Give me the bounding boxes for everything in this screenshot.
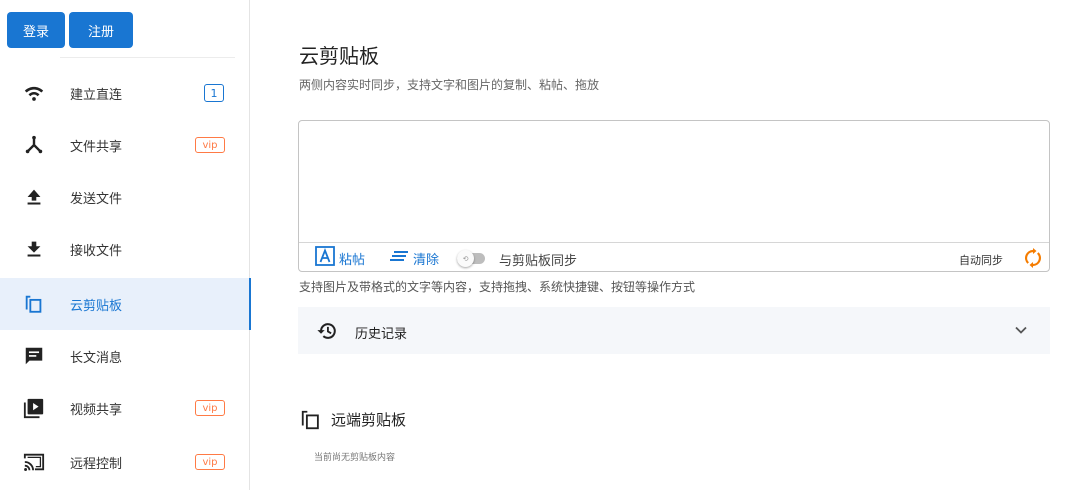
sidebar-item-label: 视频共享 [70,402,123,418]
history-icon [316,320,338,342]
sidebar-item-cloud-clipboard[interactable]: 云剪贴板 [0,278,251,330]
clear-lines-icon [389,246,409,270]
clipboard-sync-toggle[interactable]: ⟲ [457,250,487,267]
paste-label: 粘帖 [339,252,366,268]
page-title: 云剪贴板 [299,44,379,68]
sidebar-item-receive-file[interactable]: 接收文件 [0,223,250,275]
paste-button[interactable]: 粘帖 [315,246,366,270]
sidebar: 登录 注册 建立直连 1 文件共享 vip 发送文件 接收文件 云剪贴板 长文消… [0,0,251,490]
sidebar-item-long-message[interactable]: 长文消息 [0,330,250,382]
upload-icon [22,185,46,209]
auth-buttons: 登录 注册 [7,12,133,48]
clipboard-hint: 支持图片及带格式的文字等内容，支持拖拽、系统快捷键、按钮等操作方式 [299,280,696,294]
vip-badge: vip [195,400,225,416]
sidebar-item-label: 远程控制 [70,456,123,472]
vip-badge: vip [195,137,225,153]
page-subtitle: 两侧内容实时同步，支持文字和图片的复制、粘帖、拖放 [299,78,600,92]
clear-button[interactable]: 清除 [389,248,439,268]
download-icon [22,237,46,261]
auto-sync-icon[interactable] [1023,248,1043,268]
sidebar-item-remote-control[interactable]: 远程控制 vip [0,436,250,488]
text-format-icon [315,246,335,270]
sidebar-item-label: 云剪贴板 [70,298,123,314]
editor-toolbar: 粘帖 清除 ⟲ 与剪贴板同步 自动同步 [299,244,1049,272]
remote-clipboard-title: 远端剪贴板 [331,411,407,429]
history-panel[interactable]: 历史记录 [298,307,1050,354]
sidebar-item-send-file[interactable]: 发送文件 [0,171,250,223]
auto-sync-label: 自动同步 [959,254,1003,267]
message-icon [22,344,46,368]
chevron-down-icon[interactable] [1012,321,1030,339]
clipboard-icon [22,292,46,316]
login-button[interactable]: 登录 [7,12,65,48]
cast-icon [22,450,46,474]
clipboard-editor: 粘帖 清除 ⟲ 与剪贴板同步 自动同步 [298,120,1050,272]
vip-badge: vip [195,454,225,470]
sidebar-item-label: 长文消息 [70,350,123,366]
wifi-icon [22,81,46,105]
sidebar-item-direct-connect[interactable]: 建立直连 1 [0,67,250,119]
sync-icon: ⟲ [457,250,474,267]
clipboard-text-area[interactable] [299,121,1049,243]
remote-clipboard-empty-text: 当前尚无剪贴板内容 [314,453,396,463]
sidebar-item-label: 接收文件 [70,243,123,259]
sidebar-item-label: 发送文件 [70,191,123,207]
remote-clipboard-icon [300,409,322,431]
sidebar-item-label: 建立直连 [70,87,123,103]
video-icon [22,396,46,420]
sidebar-divider [60,57,235,58]
history-label: 历史记录 [355,327,408,342]
count-badge: 1 [204,84,224,102]
share-icon [22,133,46,157]
sync-toggle-label: 与剪贴板同步 [499,254,578,269]
sidebar-item-label: 文件共享 [70,139,123,155]
clear-label: 清除 [413,252,440,268]
sidebar-item-file-share[interactable]: 文件共享 vip [0,119,250,171]
sidebar-item-video-share[interactable]: 视频共享 vip [0,382,250,434]
register-button[interactable]: 注册 [69,12,133,48]
